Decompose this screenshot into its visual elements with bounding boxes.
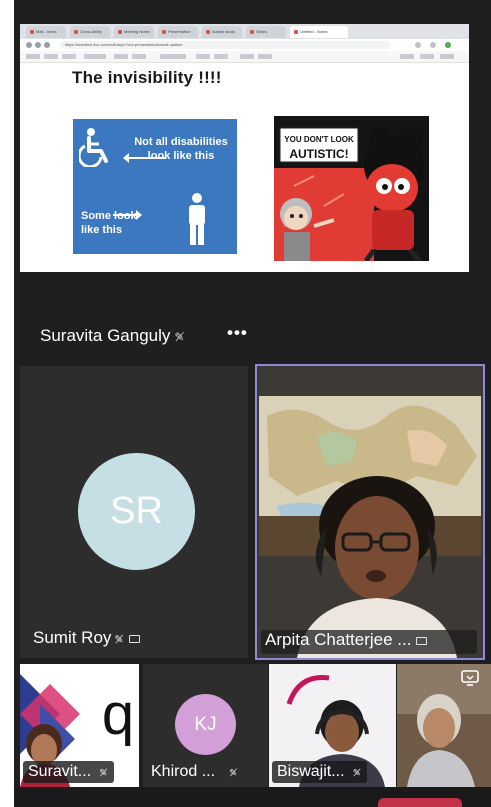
refresh-icon[interactable] xyxy=(44,42,50,48)
browser-tab[interactable]: Slides xyxy=(246,26,286,38)
profile-icon[interactable] xyxy=(415,42,421,48)
mic-off-icon: ✎̸ xyxy=(99,768,108,779)
mic-off-icon: ✎̸ xyxy=(352,768,361,779)
presenter-label: Suravita Ganguly ✎̸ xyxy=(40,326,184,346)
browser-tab[interactable]: Presentation xyxy=(158,26,198,38)
participant-name-label: Arpita Chatterjee ... xyxy=(265,630,428,650)
participant-thumb-biswajit[interactable]: Biswajit... ✎̸ xyxy=(269,664,396,787)
forward-icon[interactable] xyxy=(35,42,41,48)
browser-tab-active[interactable]: Untitled - Notes xyxy=(290,26,348,38)
participant-thumb-suravita[interactable]: q Suravit... ✎̸ xyxy=(20,664,139,787)
wheelchair-icon xyxy=(79,128,108,167)
meeting-app: Mail - Inbox Cross Ability Meeting Notes… xyxy=(14,0,491,807)
mic-off-icon: ✎̸ xyxy=(229,768,238,779)
browser-tab[interactable]: Autism study xyxy=(202,26,242,38)
standing-person-icon xyxy=(189,193,205,245)
participant-tile-arpita-chatterjee[interactable]: Arpita Chatterjee ... xyxy=(255,364,485,660)
bottom-control-bar xyxy=(14,787,491,807)
browser-menu-icon[interactable] xyxy=(445,42,451,48)
screen-share-icon xyxy=(128,634,140,643)
participant-thumb-khirod[interactable]: KJ Khirod ... ✎̸ xyxy=(143,664,268,787)
participant-name-label: Biswajit... ✎̸ xyxy=(272,761,367,783)
comic-caption-line2: AUTISTIC! xyxy=(289,147,348,161)
comic-caption-line1: YOU DON'T LOOK xyxy=(284,135,354,144)
back-icon[interactable] xyxy=(26,42,32,48)
browser-tab-strip: Mail - Inbox Cross Ability Meeting Notes… xyxy=(20,24,469,40)
url-field[interactable]: https://onedrive.live.com/edit.aspx?cid=… xyxy=(60,41,390,49)
leave-call-button[interactable] xyxy=(378,798,462,807)
browser-tab[interactable]: Cross Ability xyxy=(70,26,110,38)
mic-off-icon: ✎̸ xyxy=(114,634,124,646)
svg-text:q: q xyxy=(102,682,134,747)
presenter-name: Suravita Ganguly xyxy=(40,326,171,345)
comic-panel: YOU DON'T LOOK AUTISTIC! xyxy=(274,116,429,261)
disability-infographic: Not all disabilities look like this Some… xyxy=(73,119,237,254)
browser-tab[interactable]: Meeting Notes xyxy=(114,26,154,38)
extensions-icon[interactable] xyxy=(430,42,436,48)
participant-thumb-self-view[interactable] xyxy=(397,664,491,787)
avatar: SR xyxy=(78,453,195,570)
participant-video xyxy=(257,366,483,658)
shared-screen[interactable]: Mail - Inbox Cross Ability Meeting Notes… xyxy=(20,24,469,272)
more-icon[interactable]: ••• xyxy=(227,323,248,343)
camera-switch-icon[interactable] xyxy=(461,670,479,686)
slide-title: The invisibility !!!! xyxy=(72,68,222,87)
participant-tile-sumit-roy[interactable]: SR Sumit Roy ✎̸ xyxy=(20,366,248,658)
document-toolbar xyxy=(20,51,469,63)
arrow-right-icon xyxy=(113,210,142,220)
browser-tab[interactable]: Mail - Inbox xyxy=(26,26,66,38)
participant-name-label: Sumit Roy ✎̸ xyxy=(33,628,140,648)
avatar: KJ xyxy=(175,694,236,755)
participant-name-label: Suravit... ✎̸ xyxy=(23,761,114,783)
mic-off-icon: ✎̸ xyxy=(174,330,185,344)
participant-name-label: Khirod ... ✎̸ xyxy=(151,763,238,780)
arrow-left-icon xyxy=(123,153,166,163)
screen-share-icon xyxy=(416,636,428,645)
